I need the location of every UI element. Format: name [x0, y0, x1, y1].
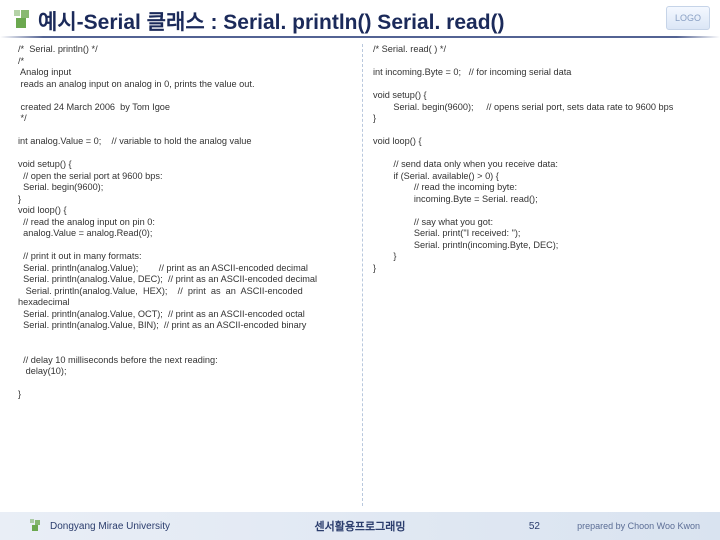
decor-squares	[14, 10, 34, 30]
title-underline	[0, 36, 720, 38]
decor-squares-small	[30, 519, 44, 533]
footer-left: Dongyang Mirae University	[30, 519, 170, 533]
code-left: /* Serial. println() */ /* Analog input …	[18, 44, 362, 506]
code-columns: /* Serial. println() */ /* Analog input …	[18, 44, 702, 506]
page-number: 52	[529, 521, 540, 532]
page-title: 예시-Serial 클래스 : Serial. println() Serial…	[38, 6, 505, 36]
course-title: 센서활용프로그래밍	[314, 518, 405, 534]
university-name: Dongyang Mirae University	[50, 521, 170, 532]
author-credit: prepared by Choon Woo Kwon	[577, 521, 700, 531]
code-right: /* Serial. read( ) */ int incoming.Byte …	[362, 44, 702, 506]
footer-bar: Dongyang Mirae University 센서활용프로그래밍 52 p…	[0, 512, 720, 540]
logo-badge: LOGO	[666, 6, 710, 30]
